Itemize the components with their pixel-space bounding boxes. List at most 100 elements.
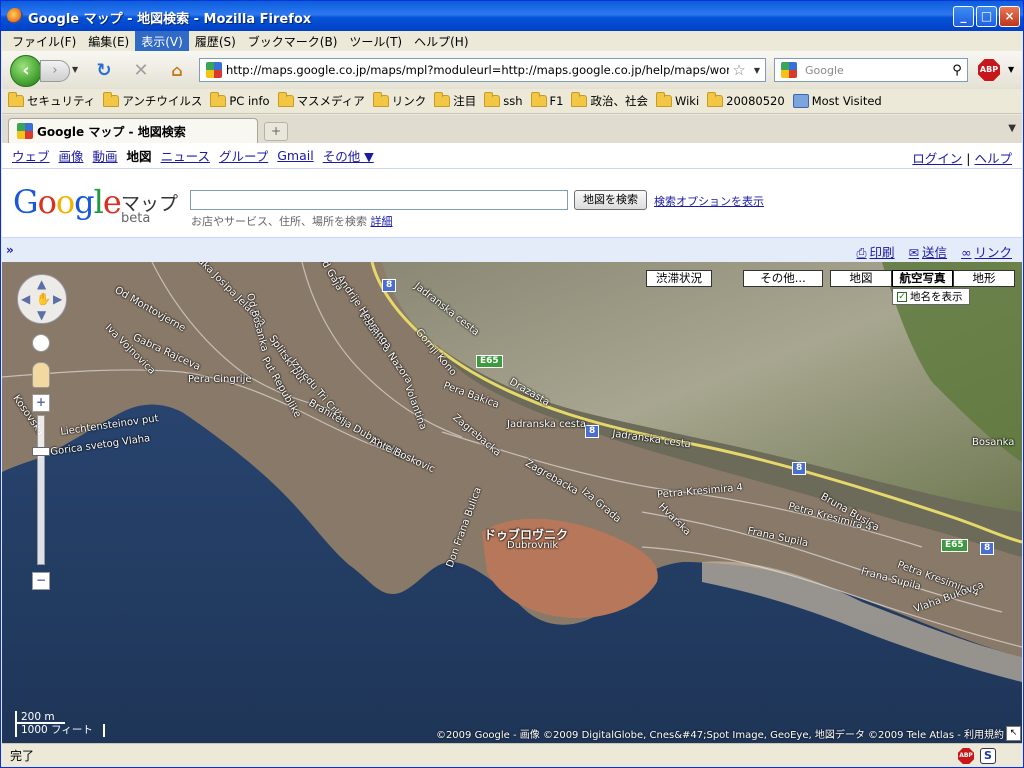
history-dropdown-icon[interactable]: ▼ [72,65,78,74]
pan-right-icon[interactable]: ▶ [53,292,62,306]
forward-button[interactable]: › [40,60,70,82]
bookmark-folder[interactable]: アンチウイルス [103,92,202,109]
gbar-link-groups[interactable]: グループ [219,146,268,165]
stop-icon[interactable]: ✕ [130,60,152,82]
menu-bookmarks[interactable]: ブックマーク(B) [242,31,344,52]
bookmark-label: F1 [549,94,564,108]
status-s-icon[interactable]: S [980,748,996,764]
gbar-link-video[interactable]: 動画 [93,146,118,165]
folder-icon [571,92,588,107]
bookmark-folder[interactable]: マスメディア [277,92,365,109]
folder-icon [434,92,451,107]
checkmark-icon[interactable]: ✓ [897,291,907,302]
gbar-link-news[interactable]: ニュース [161,146,210,165]
url-dropdown-icon[interactable]: ▼ [749,66,765,75]
search-icon[interactable]: ⚲ [947,63,967,78]
bookmark-folder[interactable]: 政治、社会 [571,92,648,109]
print-action[interactable]: ⎙ 印刷 [857,242,895,261]
pan-down-icon[interactable]: ▼ [37,308,46,322]
adblock-plus-icon[interactable]: ABP [978,59,1000,81]
bookmark-folder[interactable]: Wiki [655,92,700,108]
bookmark-folder[interactable]: 20080520 [707,92,785,108]
back-button[interactable]: ‹ [10,55,42,87]
zoom-slider-handle[interactable] [32,447,50,456]
traffic-button[interactable]: 渋滞状況 [646,270,712,287]
menu-history[interactable]: 履歴(S) [189,31,242,52]
url-bar[interactable]: http://maps.google.co.jp/maps/mpl?module… [199,58,766,82]
maximize-button[interactable]: □ [976,6,997,27]
menu-tools[interactable]: ツール(T) [343,31,408,52]
bookmark-label: リンク [391,94,427,108]
zoom-in-button[interactable]: + [32,394,50,412]
send-action[interactable]: ✉ 送信 [909,242,948,261]
bookmark-folder[interactable]: セキュリティ [8,92,95,109]
more-layers-button[interactable]: その他... [743,270,823,287]
pan-control[interactable]: ▲ ▼ ◀ ▶ ✋ [17,274,67,324]
reset-view-button[interactable] [32,334,50,352]
link-action[interactable]: ∞ リンク [961,242,1012,261]
street-view-pegman-icon[interactable] [32,362,50,388]
menu-edit[interactable]: 編集(E) [82,31,135,52]
google-logo[interactable]: Google [13,183,122,221]
expand-panel-icon[interactable]: » [6,243,14,257]
bookmark-folder[interactable]: ssh [484,92,523,108]
gbar-link-gmail[interactable]: Gmail [277,148,313,163]
satellite-map[interactable]: 8 8 8 8 E65 E65 Jadranska cesta Jadransk… [2,262,1022,743]
village-label: Bosanka [972,437,1015,448]
gbar-link-more[interactable]: その他 ▼ [323,146,374,165]
abp-dropdown-icon[interactable]: ▼ [1008,65,1014,74]
bookmark-label: Wiki [674,94,700,108]
tab-strip: Google マップ - 地図検索 + ▼ [2,115,1022,143]
bookmark-label: マスメディア [296,94,365,108]
bookmark-folder[interactable]: F1 [530,92,564,108]
tab-google-maps[interactable]: Google マップ - 地図検索 [8,118,258,143]
map-search-input[interactable] [190,190,568,210]
folder-icon [655,92,672,107]
bookmark-star-icon[interactable]: ☆ [729,61,749,79]
zoom-slider-track[interactable] [37,415,45,565]
menu-help[interactable]: ヘルプ(H) [408,31,474,52]
zoom-out-button[interactable]: − [32,572,50,590]
new-tab-button[interactable]: + [264,122,288,141]
search-options-link[interactable]: 検索オプションを表示 [654,193,764,209]
details-link[interactable]: 詳細 [371,215,393,228]
url-text[interactable]: http://maps.google.co.jp/maps/mpl?module… [226,63,729,77]
search-map-button[interactable]: 地図を検索 [574,190,647,210]
hand-icon[interactable]: ✋ [36,292,51,306]
menu-view[interactable]: 表示(V) [135,30,189,52]
minimize-button[interactable]: _ [953,6,974,27]
send-link[interactable]: 送信 [922,245,947,260]
menu-file[interactable]: ファイル(F) [6,31,82,52]
print-link[interactable]: 印刷 [870,245,895,260]
bookmark-folder[interactable]: 注目 [434,92,476,109]
overview-map-toggle-icon[interactable]: ↖ [1006,726,1021,741]
satellite-type-button[interactable]: 航空写真 [892,270,953,287]
show-labels-checkbox[interactable]: ✓ 地名を表示 [892,288,970,305]
adblock-status-icon[interactable]: ABP [958,748,974,764]
menu-bar: ファイル(F) 編集(E) 表示(V) 履歴(S) ブックマーク(B) ツール(… [2,30,1022,52]
reload-icon[interactable]: ↻ [93,60,115,82]
pan-up-icon[interactable]: ▲ [37,277,46,291]
road-shield: 8 [980,542,995,555]
close-button[interactable]: × [999,6,1020,27]
beta-label: beta [121,211,151,226]
gbar-link-images[interactable]: 画像 [59,146,84,165]
map-type-button[interactable]: 地図 [830,270,892,287]
status-text: 完了 [10,749,35,763]
help-link[interactable]: ヘルプ [974,151,1012,166]
login-link[interactable]: ログイン [912,151,962,166]
search-engine-icon[interactable] [781,62,797,78]
bookmark-folder[interactable]: リンク [372,92,427,109]
gbar-link-web[interactable]: ウェブ [12,146,50,165]
search-placeholder[interactable]: Google [801,64,947,77]
search-hint: お店やサービス、住所、場所を検索 詳細 [191,213,393,229]
bookmark-folder[interactable]: PC info [210,92,270,108]
link-link[interactable]: リンク [974,245,1012,260]
bookmark-label: 20080520 [726,94,785,108]
search-bar[interactable]: Google ⚲ [774,58,968,82]
pan-left-icon[interactable]: ◀ [21,292,30,306]
bookmark-most-visited[interactable]: Most Visited [792,94,882,108]
home-icon[interactable]: ⌂ [166,60,188,82]
tab-list-icon[interactable]: ▼ [1008,123,1016,134]
terrain-type-button[interactable]: 地形 [953,270,1015,287]
